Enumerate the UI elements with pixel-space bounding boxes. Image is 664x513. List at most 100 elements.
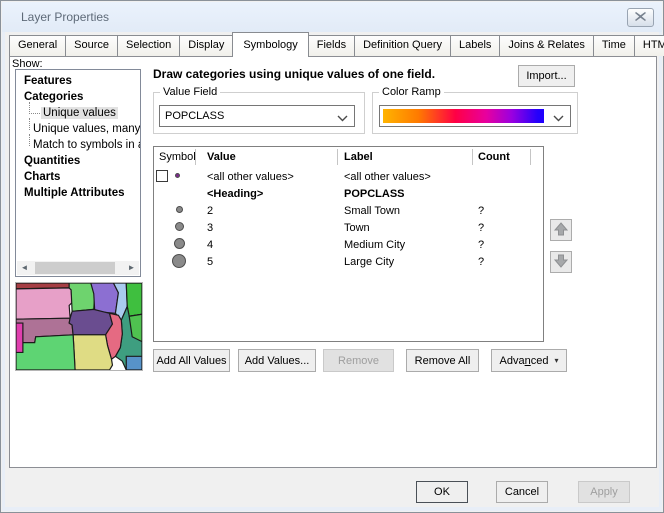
remove-button[interactable]: Remove	[323, 349, 394, 372]
count-cell: ?	[478, 239, 543, 251]
point-symbol-icon[interactable]	[174, 238, 185, 249]
label-cell: Town	[344, 222, 478, 234]
tab-display[interactable]: Display	[179, 35, 233, 56]
show-item-multiple-attributes[interactable]: Multiple Attributes	[16, 185, 140, 201]
chevron-down-icon	[337, 113, 348, 125]
layer-properties-dialog: Layer Properties GeneralSourceSelectionD…	[0, 0, 664, 513]
close-icon	[635, 12, 646, 24]
tab-fields[interactable]: Fields	[308, 35, 355, 56]
map-preview	[15, 282, 143, 371]
all-other-values-checkbox[interactable]	[156, 170, 168, 182]
value-field-combo[interactable]: POPCLASS	[159, 105, 355, 127]
table-row-5[interactable]: 4Medium City?	[154, 236, 543, 253]
color-ramp-group-label: Color Ramp	[379, 86, 444, 98]
tab-source[interactable]: Source	[65, 35, 118, 56]
move-down-button[interactable]	[550, 251, 572, 273]
show-item-unique-values[interactable]: Unique values	[16, 105, 140, 121]
map-region-minnesota	[69, 283, 95, 311]
symbol-cell	[154, 236, 207, 253]
table-row-1[interactable]: <all other values><all other values>	[154, 168, 543, 185]
show-list: FeaturesCategoriesUnique valuesUnique va…	[15, 69, 141, 277]
show-item-label: Unique values, many	[31, 123, 141, 135]
ok-button[interactable]: OK	[416, 481, 468, 503]
column-header-value: Value	[207, 147, 344, 167]
tab-labels[interactable]: Labels	[450, 35, 500, 56]
apply-button[interactable]: Apply	[578, 481, 630, 503]
table-row-2[interactable]: <Heading>POPCLASS	[154, 185, 543, 202]
table-body: <all other values><all other values><Hea…	[154, 168, 543, 270]
title-bar[interactable]: Layer Properties	[2, 2, 662, 32]
label-cell: <all other values>	[344, 171, 478, 183]
add-all-values-button[interactable]: Add All Values	[153, 349, 230, 372]
tab-symbology[interactable]: Symbology	[232, 32, 308, 57]
import-button[interactable]: Import...	[518, 65, 575, 87]
tab-selection[interactable]: Selection	[117, 35, 180, 56]
column-header-label: Label	[344, 147, 478, 167]
tree-connector	[29, 102, 40, 114]
window-frame-right	[659, 31, 662, 507]
arrow-down-icon	[553, 253, 569, 272]
show-item-features[interactable]: Features	[16, 73, 140, 89]
table-row-6[interactable]: 5Large City?	[154, 253, 543, 270]
move-up-button[interactable]	[550, 219, 572, 241]
value-field-group-label: Value Field	[160, 86, 220, 98]
table-header: Symbol Value Label Count	[154, 147, 543, 167]
cancel-button[interactable]: Cancel	[496, 481, 548, 503]
show-item-quantities[interactable]: Quantities	[16, 153, 140, 169]
show-item-match-to-symbols-in-a[interactable]: Match to symbols in a	[16, 137, 140, 153]
table-row-3[interactable]: 2Small Town?	[154, 202, 543, 219]
symbol-cell	[154, 219, 207, 236]
header-separator	[195, 149, 196, 165]
point-symbol-icon[interactable]	[176, 206, 183, 213]
value-cell: <all other values>	[207, 171, 344, 183]
map-region-lake-corner	[126, 356, 142, 370]
add-values-button[interactable]: Add Values...	[238, 349, 316, 372]
value-cell: 3	[207, 222, 344, 234]
symbol-cell	[154, 185, 207, 202]
symbol-cell	[154, 168, 207, 185]
tab-general[interactable]: General	[9, 35, 66, 56]
show-item-unique-values-many[interactable]: Unique values, many	[16, 121, 140, 137]
value-cell: 5	[207, 256, 344, 268]
table-row-4[interactable]: 3Town?	[154, 219, 543, 236]
instruction-text: Draw categories using unique values of o…	[153, 67, 435, 81]
value-cell: <Heading>	[207, 188, 344, 200]
window-frame-left	[2, 31, 5, 507]
chevron-down-icon	[553, 113, 564, 125]
tree-connector	[29, 134, 30, 146]
dropdown-arrow-icon: ▾	[554, 356, 558, 365]
tree-connector	[29, 118, 30, 130]
point-symbol-icon[interactable]	[175, 222, 184, 231]
header-separator	[530, 149, 531, 165]
column-header-symbol: Symbol	[154, 147, 207, 167]
column-header-count: Count	[478, 147, 543, 167]
tab-joins-relates[interactable]: Joins & Relates	[499, 35, 593, 56]
tab-definition-query[interactable]: Definition Query	[354, 35, 451, 56]
show-list-rows: FeaturesCategoriesUnique valuesUnique va…	[16, 70, 140, 201]
count-cell: ?	[478, 222, 543, 234]
scrollbar-thumb[interactable]	[35, 262, 115, 274]
unique-values-table: Symbol Value Label Count <all other valu…	[153, 146, 544, 342]
scroll-left-icon[interactable]: ◄	[17, 261, 32, 275]
map-region-missouri	[73, 335, 112, 370]
remove-all-button[interactable]: Remove All	[406, 349, 479, 372]
show-item-label: Charts	[22, 171, 62, 183]
show-item-label: Features	[22, 75, 74, 87]
scrollbar-track[interactable]	[32, 261, 124, 275]
tab-time[interactable]: Time	[593, 35, 635, 56]
point-symbol-icon[interactable]	[175, 173, 180, 178]
tab-html-popup[interactable]: HTML Popup	[634, 35, 664, 56]
scroll-right-icon[interactable]: ►	[124, 261, 139, 275]
show-list-hscrollbar[interactable]: ◄ ►	[17, 261, 139, 275]
color-ramp-swatch	[383, 109, 544, 123]
show-item-label: Unique values	[41, 107, 118, 119]
header-separator	[337, 149, 338, 165]
color-ramp-combo[interactable]	[379, 105, 571, 127]
show-item-charts[interactable]: Charts	[16, 169, 140, 185]
label-cell: Medium City	[344, 239, 478, 251]
point-symbol-icon[interactable]	[172, 254, 186, 268]
advanced-button[interactable]: Advanced ▾	[491, 349, 567, 372]
count-cell: ?	[478, 205, 543, 217]
show-item-label: Match to symbols in a	[31, 139, 141, 151]
close-button[interactable]	[627, 8, 654, 27]
